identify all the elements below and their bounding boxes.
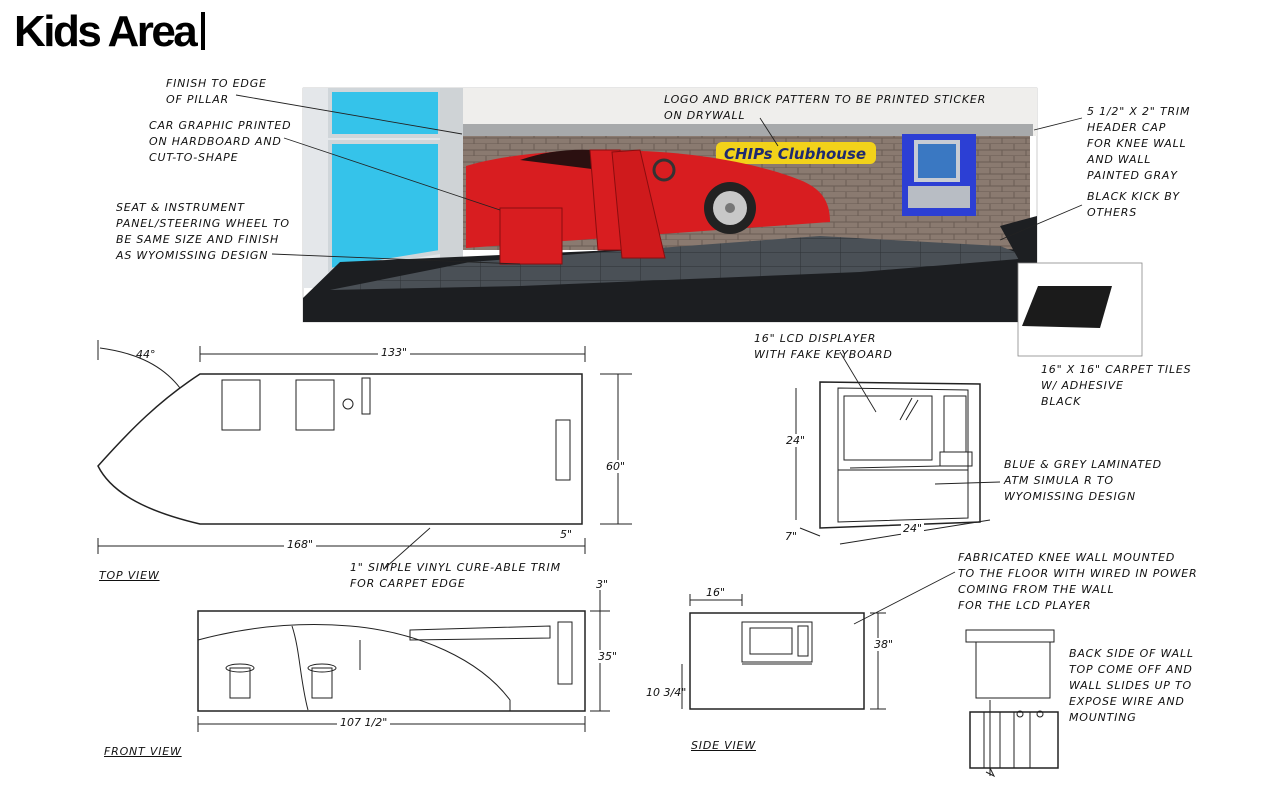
view-label-front: Front view	[104, 745, 182, 758]
view-label-top: Top view	[99, 569, 160, 582]
dim-atm-depth: 7"	[785, 530, 798, 543]
callout-finish-pillar: Finish to edge of pillar	[166, 77, 267, 106]
svg-text:CHIPs Clubhouse: CHIPs Clubhouse	[724, 145, 866, 163]
callout-atm-simular: Blue & grey laminated ATM simula r to Wy…	[1004, 458, 1162, 503]
callout-knee-wall: Fabricated knee wall mounted to the floo…	[958, 551, 1198, 612]
callout-vinyl-trim: 1" simple vinyl cure-able trim for carpe…	[350, 561, 561, 590]
carpet-tile-sample	[1022, 286, 1112, 328]
dim-top-offset: 5"	[560, 528, 573, 541]
dim-front-height: 35"	[596, 650, 620, 663]
callout-seat-panel: Seat & instrument panel/steering wheel t…	[116, 201, 290, 262]
dim-top-depth: 60"	[604, 460, 628, 473]
dim-angle: 44°	[136, 348, 156, 361]
callout-car-graphic: Car graphic printed on hardboard and cut…	[149, 119, 292, 164]
top-view-drawing	[97, 340, 632, 554]
callout-logo-brick: Logo and brick pattern to be printed sti…	[664, 93, 987, 122]
dim-side-offset: 10 3/4"	[646, 686, 687, 699]
atm-perspective-drawing	[795, 381, 991, 545]
atm-kiosk-render	[902, 134, 976, 216]
dim-front-top: 3"	[596, 578, 609, 591]
dim-front-length: 107 1/2"	[337, 716, 391, 729]
dim-side-width: 16"	[706, 586, 726, 599]
side-view-drawing	[681, 594, 886, 710]
callout-carpet-tiles: 16" x 16" carpet tiles w/ adhesive black	[1041, 363, 1192, 408]
view-label-side: Side view	[691, 739, 756, 752]
back-wall-drawing	[965, 629, 1059, 778]
callout-lcd-displayer: 16" LCD displayer with fake keyboard	[754, 332, 893, 361]
dim-top-length: 133"	[378, 346, 411, 359]
dim-atm-height: 24"	[784, 434, 808, 447]
callout-black-kick: Black kick by others	[1087, 190, 1180, 219]
dim-side-height: 38"	[872, 638, 896, 651]
callout-trim-header: 5 1/2" x 2" trim header cap for knee wal…	[1087, 105, 1191, 182]
front-view-drawing	[197, 590, 610, 732]
dim-top-total: 168"	[284, 538, 317, 551]
dim-atm-width: 24"	[901, 522, 925, 535]
chips-clubhouse-logo: CHIPs Clubhouse	[716, 142, 876, 164]
callout-back-side: Back side of wall top come off and wall …	[1069, 647, 1194, 724]
